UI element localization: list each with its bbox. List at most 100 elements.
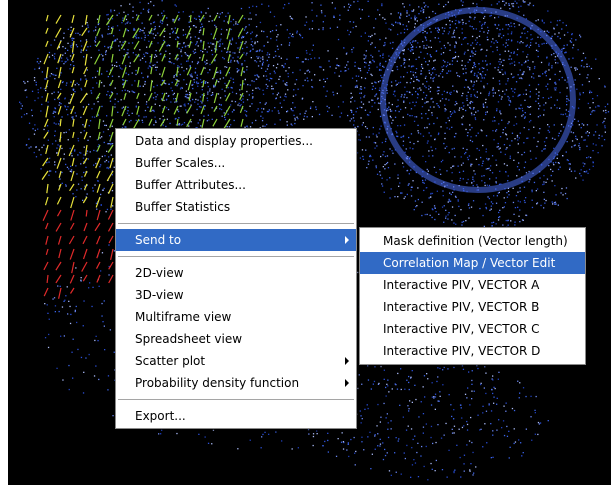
particle-dot (249, 50, 251, 53)
particle-dot (455, 19, 457, 22)
particle-dot (306, 52, 308, 54)
particle-dot (319, 79, 321, 81)
particle-dot (558, 132, 560, 134)
particle-dot (426, 126, 428, 129)
particle-dot (434, 12, 437, 15)
particle-dot (392, 93, 395, 95)
particle-dot (488, 167, 490, 169)
particle-dot (472, 2, 474, 5)
particle-dot (446, 127, 448, 129)
particle-dot (493, 42, 495, 44)
particle-dot (531, 191, 533, 193)
particle-dot (562, 47, 564, 50)
particle-dot (344, 70, 346, 72)
particle-dot (484, 203, 487, 205)
particle-dot (483, 87, 485, 89)
particle-dot (430, 192, 432, 195)
particle-dot (351, 96, 353, 98)
particle-dot (229, 39, 231, 41)
particle-dot (82, 325, 84, 327)
particle-dot (528, 181, 530, 183)
particle-dot (305, 16, 307, 18)
particle-dot (564, 52, 566, 54)
particle-dot (161, 79, 164, 82)
particle-dot (589, 92, 591, 94)
particle-dot (453, 90, 455, 92)
particle-dot (77, 32, 79, 34)
particle-dot (493, 116, 495, 118)
particle-dot (430, 31, 432, 33)
particle-dot (517, 143, 519, 145)
particle-dot (108, 143, 110, 145)
particle-dot (93, 103, 95, 105)
particle-dot (322, 28, 324, 31)
particle-dot (374, 95, 376, 97)
particle-dot (400, 368, 402, 370)
particle-dot (368, 64, 370, 66)
particle-dot (192, 98, 194, 101)
particle-dot (410, 47, 412, 49)
particle-dot (421, 106, 424, 108)
particle-dot (453, 425, 456, 427)
particle-dot (246, 46, 248, 48)
particle-dot (349, 120, 351, 122)
particle-dot (556, 157, 558, 159)
particle-dot (359, 88, 361, 90)
particle-dot (262, 93, 265, 95)
particle-dot (368, 35, 370, 37)
particle-dot (492, 130, 494, 132)
particle-dot (364, 66, 366, 68)
particle-dot (293, 89, 295, 91)
particle-dot (69, 45, 72, 47)
particle-dot (490, 4, 493, 6)
particle-dot (561, 48, 563, 50)
particle-dot (159, 21, 162, 23)
particle-dot (122, 106, 125, 108)
particle-dot (66, 166, 69, 168)
particle-dot (64, 299, 66, 301)
particle-dot (442, 33, 444, 35)
particle-dot (529, 2, 531, 4)
particle-dot (174, 4, 176, 6)
particle-dot (375, 165, 377, 167)
particle-dot (358, 8, 361, 10)
particle-dot (254, 74, 256, 77)
particle-dot (454, 156, 456, 158)
particle-dot (137, 101, 139, 104)
particle-dot (122, 41, 124, 43)
particle-dot (250, 44, 252, 46)
particle-dot (52, 73, 54, 76)
particle-dot (205, 63, 207, 65)
particle-dot (576, 138, 578, 141)
particle-dot (497, 378, 499, 380)
particle-dot (230, 59, 232, 61)
particle-dot (482, 60, 484, 62)
particle-dot (580, 175, 582, 177)
particle-dot (72, 377, 74, 379)
particle-dot (381, 183, 383, 185)
particle-dot (516, 2, 518, 4)
particle-dot (166, 17, 168, 19)
particle-dot (179, 43, 181, 45)
particle-dot (48, 318, 50, 320)
particle-dot (450, 167, 452, 169)
particle-dot (401, 192, 403, 194)
particle-dot (127, 110, 129, 112)
particle-dot (469, 16, 471, 18)
particle-dot (219, 78, 221, 80)
particle-dot (361, 383, 363, 385)
particle-dot (230, 61, 232, 63)
particle-dot (222, 77, 225, 79)
particle-dot (465, 68, 467, 70)
particle-dot (183, 70, 185, 72)
particle-dot (154, 56, 156, 58)
particle-dot (426, 32, 428, 34)
particle-dot (438, 3, 440, 5)
particle-dot (388, 470, 391, 472)
particle-dot (102, 58, 104, 60)
particle-dot (473, 107, 475, 109)
particle-dot (318, 28, 320, 31)
particle-dot (365, 57, 367, 59)
particle-dot (509, 25, 511, 27)
particle-dot (443, 30, 445, 32)
